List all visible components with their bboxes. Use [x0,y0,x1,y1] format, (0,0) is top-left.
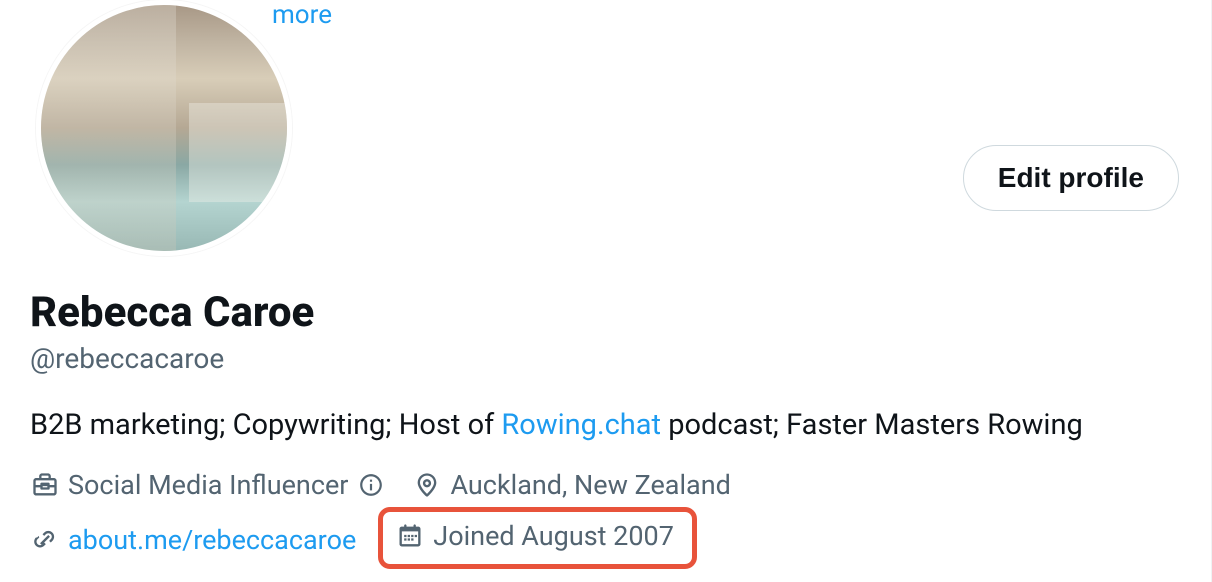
bio-text-prefix: B2B marketing; Copywriting; Host of [30,408,501,442]
avatar[interactable] [36,0,292,256]
link-icon [30,525,60,555]
website-link[interactable]: about.me/rebeccacaroe [68,524,356,556]
bio-text-suffix: podcast; Faster Masters Rowing [661,408,1083,442]
calendar-icon [395,521,425,551]
username: @rebeccacaroe [30,342,1181,375]
joined-item-highlighted: Joined August 2007 [378,507,697,569]
bio: B2B marketing; Copywriting; Host of Rowi… [30,407,1181,445]
location-text: Auckland, New Zealand [450,469,730,501]
avatar-placeholder-left [41,5,176,251]
location-item: Auckland, New Zealand [412,469,730,501]
profile-info: Rebecca Caroe @rebeccacaroe B2B marketin… [30,288,1181,569]
website-item: about.me/rebeccacaroe [30,524,356,556]
briefcase-icon [30,470,60,500]
show-more-link[interactable]: more [272,0,332,30]
bio-link-rowing-chat[interactable]: Rowing.chat [501,408,661,442]
avatar-placeholder-right [189,103,287,201]
info-icon[interactable] [356,470,386,500]
category-text: Social Media Influencer [68,469,348,501]
location-icon [412,470,442,500]
edit-profile-button[interactable]: Edit profile [963,145,1179,211]
joined-text: Joined August 2007 [433,520,674,552]
category-item: Social Media Influencer [30,469,386,501]
profile-meta-row-2: about.me/rebeccacaroe Joined August 2007 [30,511,1181,569]
profile-meta-row-1: Social Media Influencer Auckland, New Ze… [30,469,1181,501]
display-name: Rebecca Caroe [30,288,1181,338]
